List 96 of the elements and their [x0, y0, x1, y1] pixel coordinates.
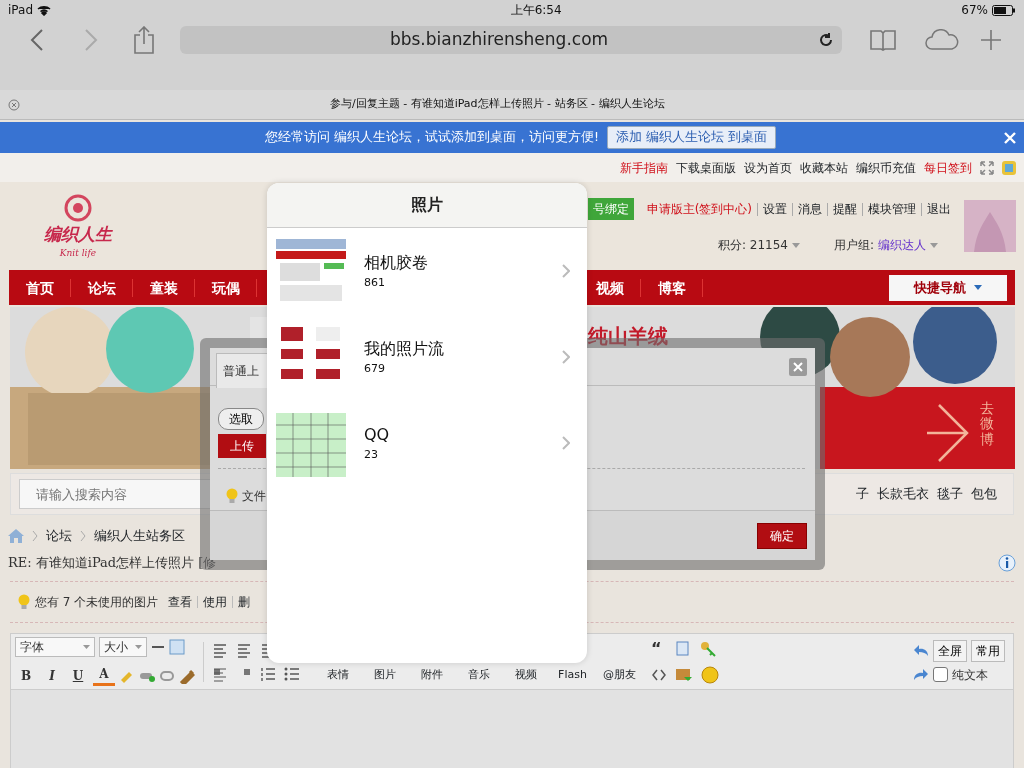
hot-word-link[interactable]: 毯子 — [937, 484, 963, 504]
group-label: 用户组: — [833, 237, 874, 254]
bullet-list-icon[interactable] — [284, 665, 300, 682]
user-link[interactable]: 提醒 — [828, 202, 863, 216]
chevron-icon — [80, 530, 86, 542]
popover-title: 照片 — [411, 194, 443, 216]
logo-tagline: Knit life — [59, 247, 97, 260]
carrier-label: iPad — [8, 2, 33, 19]
app-icon[interactable] — [1002, 160, 1016, 175]
share-icon[interactable] — [134, 26, 154, 54]
hot-word-link[interactable]: 子 — [856, 484, 869, 504]
common-button[interactable]: 常用 — [971, 639, 1005, 662]
quick-nav-button[interactable]: 快捷导航 — [889, 274, 1007, 301]
format-button[interactable]: I — [41, 666, 63, 685]
format-button[interactable]: A — [93, 665, 115, 686]
brush-icon[interactable] — [179, 667, 195, 684]
checkbox-label: 纯文本 — [952, 666, 988, 684]
hot-word-link[interactable]: 包包 — [971, 484, 997, 504]
user-link[interactable]: 退出 — [922, 202, 956, 216]
ok-button[interactable]: 确定 — [757, 522, 807, 549]
battery-percent: 67% — [961, 2, 988, 19]
hot-word-link[interactable]: 长款毛衣 — [877, 484, 929, 504]
nav-item[interactable]: 童装 — [133, 278, 195, 297]
numbered-list-icon[interactable] — [260, 665, 276, 682]
group-link[interactable]: 编织达人 — [878, 236, 926, 254]
caret-icon — [974, 285, 982, 290]
user-link[interactable]: 设置 — [758, 202, 793, 216]
nav-item[interactable]: 玩偶 — [195, 278, 257, 297]
info-icon[interactable] — [998, 554, 1016, 572]
image-action-link[interactable]: 删 — [233, 596, 256, 608]
cloud-icon[interactable] — [924, 29, 960, 51]
insert-tool[interactable]: 表情 — [314, 667, 361, 684]
caret-icon — [791, 242, 800, 248]
top-link[interactable]: 编织币充值 — [856, 158, 916, 177]
top-link[interactable]: 设为首页 — [744, 158, 792, 177]
format-button[interactable]: B — [15, 666, 37, 685]
wifi-icon — [37, 4, 51, 16]
top-link[interactable]: 下载桌面版 — [676, 158, 736, 177]
nav-item[interactable]: 首页 — [9, 278, 71, 297]
bulb-icon — [226, 487, 238, 504]
insert-tool[interactable]: 附件 — [408, 667, 455, 684]
breadcrumb-link[interactable]: 编织人生站务区 — [94, 526, 185, 546]
clock: 上午6:54 — [510, 2, 562, 19]
caret-icon — [930, 242, 938, 248]
insert-tool[interactable]: Flash — [549, 667, 596, 684]
format-button[interactable]: U — [67, 666, 89, 685]
reload-icon[interactable] — [818, 32, 834, 48]
nav-item[interactable]: 博客 — [641, 278, 703, 297]
quote-button[interactable]: “ — [651, 640, 667, 657]
select-field[interactable]: 字体 — [15, 637, 95, 657]
caret-icon — [83, 645, 90, 649]
notice-text: 您经常访问 编织人生论坛，试试添加到桌面，访问更方便! — [265, 128, 599, 147]
user-link[interactable]: 消息 — [793, 202, 828, 216]
top-link[interactable]: 收藏本站 — [800, 158, 848, 177]
align-left-icon[interactable] — [212, 641, 228, 658]
user-link[interactable]: 申请版主(签到中心) — [641, 202, 758, 216]
user-link[interactable]: 模块管理 — [863, 202, 922, 216]
image-icon[interactable] — [675, 666, 693, 683]
top-link[interactable]: 每日签到 — [924, 158, 972, 177]
notice-text: 您有 7 个未使用的图片 — [35, 594, 159, 611]
nav-item[interactable]: 论坛 — [71, 278, 133, 297]
bulb-icon — [18, 594, 30, 610]
insert-tool[interactable]: 视频 — [502, 667, 549, 684]
hint-text: 文件 — [242, 487, 266, 505]
image-action-link[interactable]: 使用 — [198, 596, 234, 608]
chevron-icon — [32, 530, 38, 542]
bookmarks-icon[interactable] — [870, 29, 896, 51]
insert-tool[interactable]: 图片 — [361, 667, 408, 684]
align-center-icon[interactable] — [236, 641, 252, 658]
plus-icon[interactable] — [980, 29, 1002, 51]
insert-tool[interactable]: @朋友 — [596, 667, 643, 684]
album-name: 相机胶卷 — [364, 251, 428, 274]
select-field[interactable]: 大小 — [99, 637, 147, 657]
back-icon[interactable] — [30, 28, 44, 52]
album-count: 861 — [364, 274, 386, 291]
float-left-icon[interactable] — [212, 665, 228, 682]
fullscreen-button[interactable]: 全屏 — [933, 639, 967, 662]
fullscreen-icon[interactable] — [980, 160, 994, 175]
url-field[interactable]: bbs.bianzhirensheng.com — [180, 26, 842, 54]
add-to-home-button[interactable]: 添加 编织人生论坛 到桌面 — [607, 126, 776, 149]
points-label: 积分: 21154 — [717, 237, 788, 254]
home-icon[interactable] — [8, 529, 24, 543]
battery-icon — [992, 4, 1016, 16]
insert-tool[interactable]: 音乐 — [455, 667, 502, 684]
tab-title[interactable]: 参与/回复主题 - 有谁知道iPad怎样上传照片 - 站务区 - 编织人生论坛 — [330, 96, 665, 113]
logo-text: 编织人生 — [44, 222, 112, 246]
breadcrumb-link[interactable]: 论坛 — [46, 526, 72, 546]
key-icon[interactable] — [699, 639, 717, 658]
caret-icon — [135, 645, 142, 649]
chevron-icon — [562, 264, 570, 278]
checkbox[interactable] — [933, 667, 948, 682]
redo-icon[interactable] — [913, 667, 929, 682]
undo-icon[interactable] — [913, 643, 929, 658]
image-action-link[interactable]: 查看 — [163, 596, 199, 608]
top-link[interactable]: 新手指南 — [620, 158, 668, 177]
close-icon[interactable] — [8, 98, 20, 111]
